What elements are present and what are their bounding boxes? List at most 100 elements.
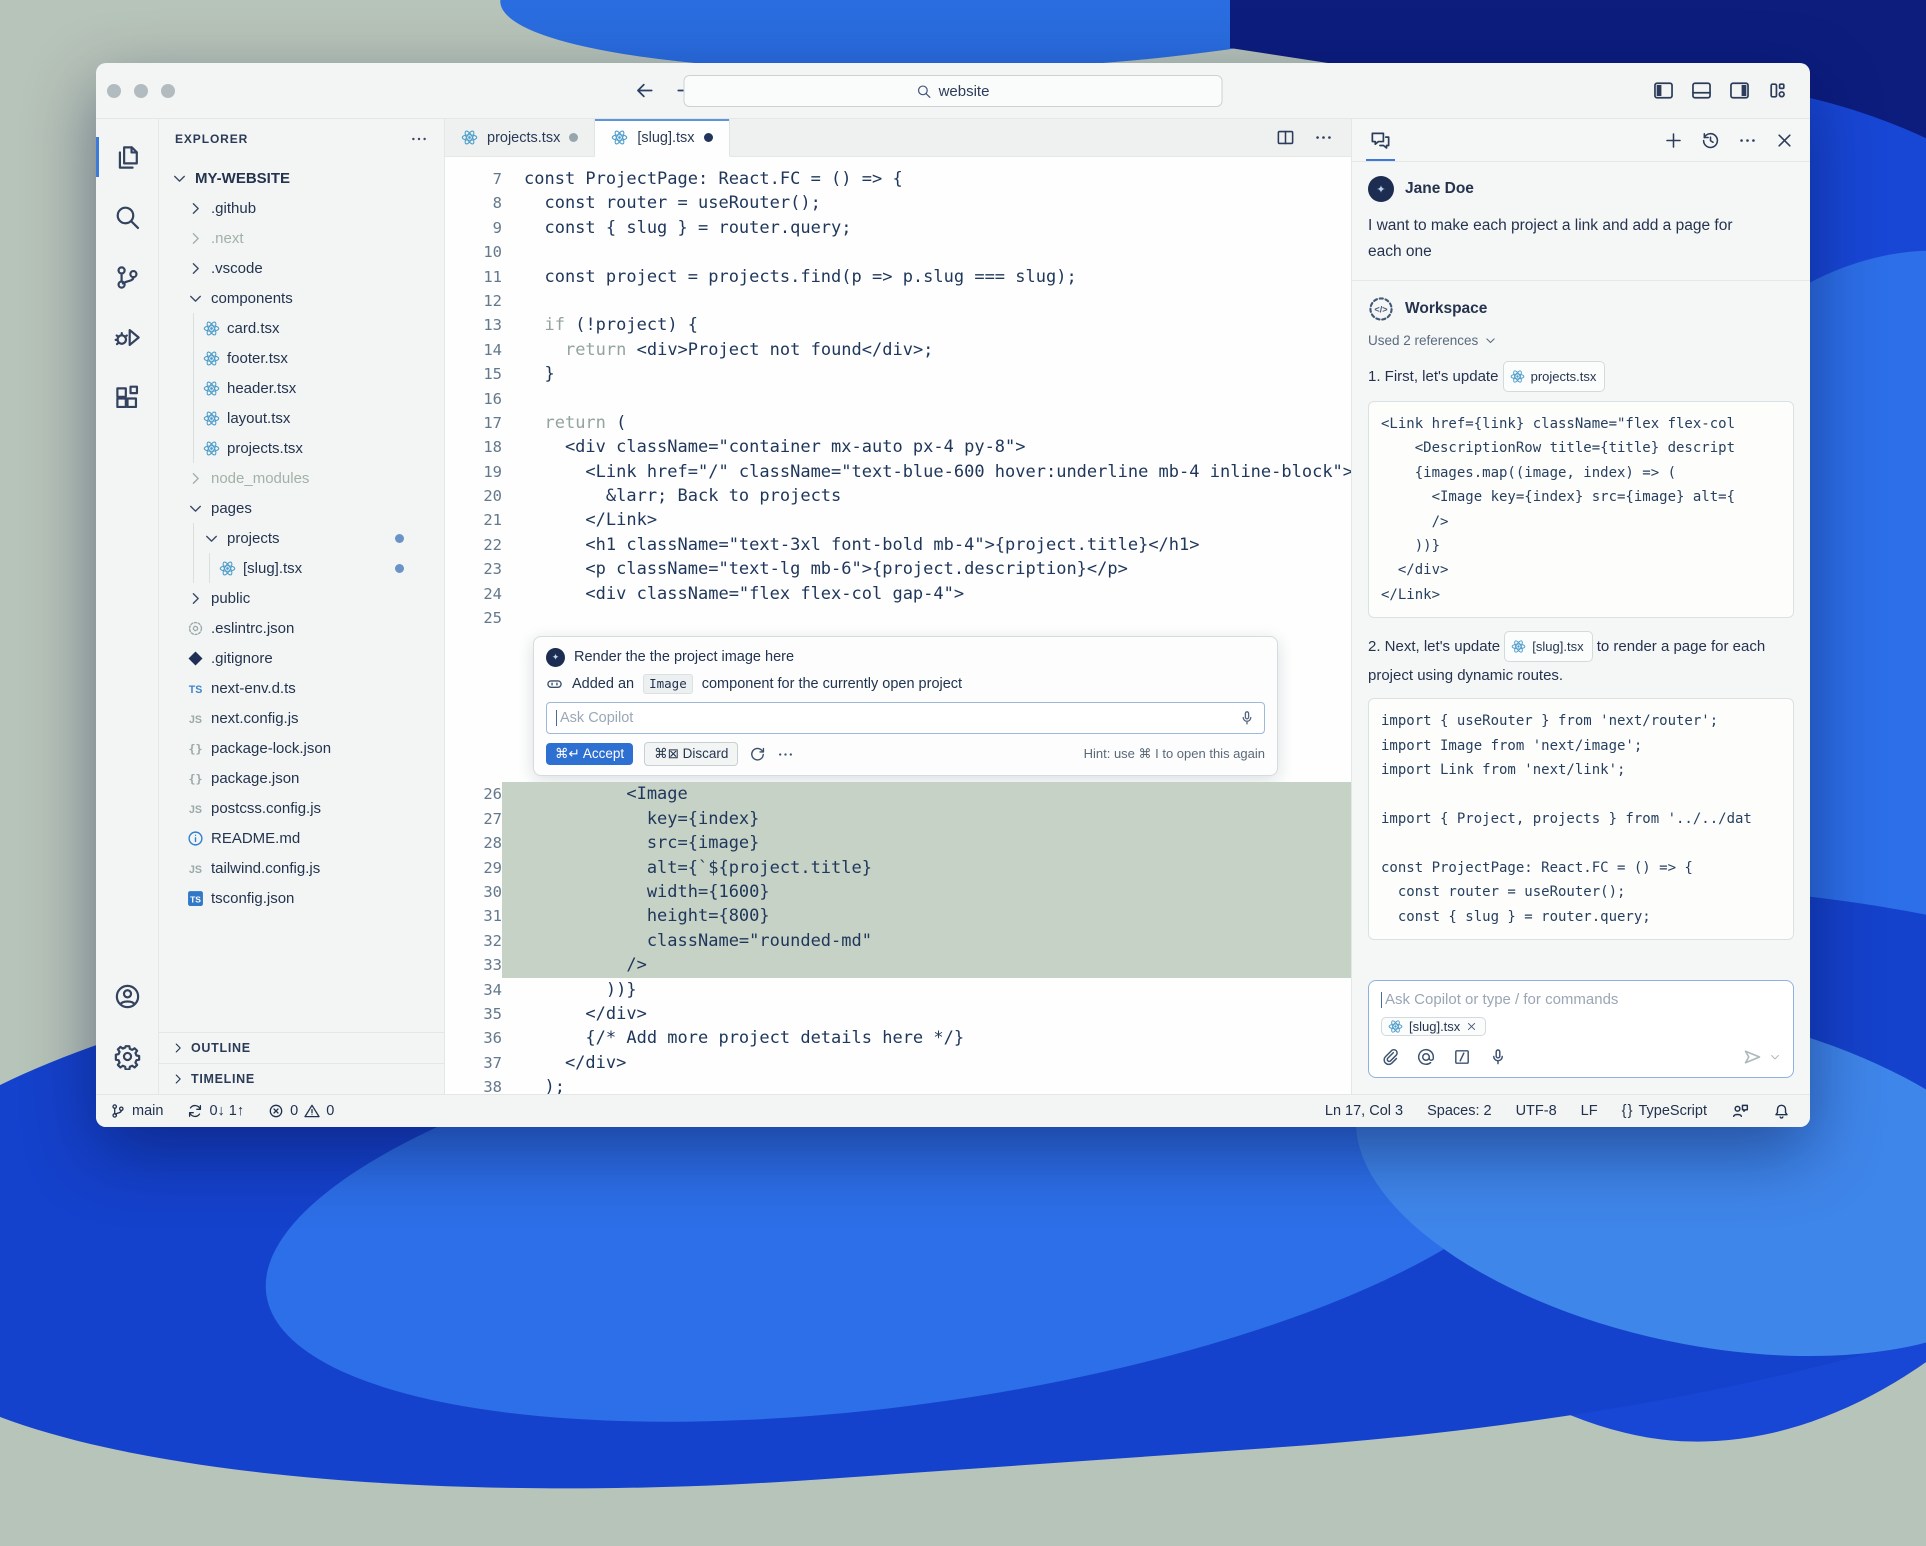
activity-item-account[interactable] (96, 966, 158, 1026)
tab-projects.tsx[interactable]: projects.tsx (445, 119, 595, 156)
zoom-window-button[interactable] (161, 84, 175, 98)
more-options-icon[interactable] (777, 746, 794, 763)
branch-name: main (132, 1103, 163, 1119)
layout-sidebar-left-icon[interactable] (1653, 80, 1674, 101)
activity-item-gear[interactable] (96, 1026, 158, 1086)
svg-text:TS: TS (189, 683, 203, 695)
line-number: 31 (445, 904, 502, 928)
code-line-17: 17 return ( (445, 411, 1351, 435)
regenerate-icon[interactable] (749, 746, 766, 763)
line-number: 22 (445, 533, 502, 557)
tree-item-.gitignore[interactable]: .gitignore (159, 643, 444, 673)
outline-section[interactable]: OUTLINE (159, 1032, 444, 1063)
tree-item-node_modules[interactable]: node_modules (159, 463, 444, 493)
tree-item-package-lock.json[interactable]: {}package-lock.json (159, 733, 444, 763)
tree-item-header.tsx[interactable]: header.tsx (159, 373, 444, 403)
send-icon[interactable] (1742, 1047, 1762, 1067)
sidebar-sections: OUTLINE TIMELINE (159, 1032, 444, 1094)
close-window-button[interactable] (107, 84, 121, 98)
slash-command-icon[interactable] (1453, 1048, 1471, 1066)
tree-item-projects[interactable]: projects (159, 523, 444, 553)
mention-icon[interactable] (1417, 1048, 1435, 1066)
navigate-back-icon[interactable] (634, 80, 655, 101)
cursor-position[interactable]: Ln 17, Col 3 (1325, 1103, 1403, 1119)
tree-item-card.tsx[interactable]: card.tsx (159, 313, 444, 343)
file-chip-projects[interactable]: projects.tsx (1503, 361, 1606, 392)
activity-item-debug[interactable] (96, 307, 158, 367)
tree-item-next-env.d.ts[interactable]: TSnext-env.d.ts (159, 673, 444, 703)
context-chip-slug[interactable]: [slug].tsx (1381, 1017, 1486, 1036)
microphone-icon[interactable] (1239, 710, 1255, 726)
tree-item-components[interactable]: components (159, 283, 444, 313)
dirty-indicator[interactable] (704, 133, 713, 142)
react-icon (203, 320, 220, 337)
modified-indicator[interactable] (569, 133, 578, 142)
traffic-lights[interactable] (107, 84, 175, 98)
tree-item-public[interactable]: public (159, 583, 444, 613)
eol-sequence[interactable]: LF (1581, 1103, 1598, 1119)
accept-button[interactable]: ⌘↵ Accept (546, 743, 633, 765)
inline-chat-input[interactable]: Ask Copilot (546, 702, 1265, 734)
problems-item[interactable]: 0 0 (268, 1103, 334, 1119)
tree-item-projects.tsx[interactable]: projects.tsx (159, 433, 444, 463)
command-center-search[interactable]: website (684, 75, 1223, 107)
encoding[interactable]: UTF-8 (1516, 1103, 1557, 1119)
tree-item-pages[interactable]: pages (159, 493, 444, 523)
discard-button[interactable]: ⌘⊠ Discard (644, 742, 738, 766)
history-icon[interactable] (1701, 131, 1720, 150)
tree-item-tsconfig.json[interactable]: TStsconfig.json (159, 883, 444, 913)
timeline-section[interactable]: TIMELINE (159, 1063, 444, 1094)
chat-input-box[interactable]: Ask Copilot or type / for commands [slug… (1368, 980, 1794, 1078)
line-content: alt={`${project.title} (502, 856, 1351, 880)
layout-sidebar-right-icon[interactable] (1729, 80, 1750, 101)
git-branch-item[interactable]: main (110, 1103, 163, 1119)
explorer-more-icon[interactable] (410, 130, 428, 148)
references-toggle[interactable]: Used 2 references (1368, 333, 1794, 348)
git-sync-item[interactable]: 0↓ 1↑ (187, 1103, 244, 1119)
more-actions-icon[interactable] (1314, 128, 1333, 147)
microphone-icon[interactable] (1489, 1048, 1507, 1066)
tree-item-footer.tsx[interactable]: footer.tsx (159, 343, 444, 373)
line-number: 8 (445, 191, 502, 215)
split-editor-icon[interactable] (1276, 128, 1295, 147)
tree-item-root[interactable]: MY-WEBSITE (159, 163, 444, 193)
tree-item-.github[interactable]: .github (159, 193, 444, 223)
tree-item-label: next.config.js (211, 710, 299, 727)
close-panel-icon[interactable] (1775, 131, 1794, 150)
line-number: 23 (445, 557, 502, 581)
layout-panel-icon[interactable] (1691, 80, 1712, 101)
tree-item-label: node_modules (211, 470, 309, 487)
activity-item-files[interactable] (96, 127, 158, 187)
tree-item-postcss.config.js[interactable]: JSpostcss.config.js (159, 793, 444, 823)
notifications-icon[interactable] (1773, 1103, 1790, 1120)
tree-item-package.json[interactable]: {}package.json (159, 763, 444, 793)
attach-icon[interactable] (1381, 1048, 1399, 1066)
tab-[slug].tsx[interactable]: [slug].tsx (595, 119, 729, 157)
activity-item-search[interactable] (96, 187, 158, 247)
code-editor[interactable]: 7const ProjectPage: React.FC = () => {8 … (445, 157, 1351, 1094)
remove-context-icon[interactable] (1466, 1021, 1477, 1032)
minimize-window-button[interactable] (134, 84, 148, 98)
activity-item-extensions[interactable] (96, 367, 158, 427)
line-number: 9 (445, 216, 502, 240)
tree-item-layout.tsx[interactable]: layout.tsx (159, 403, 444, 433)
sync-icon (187, 1103, 203, 1119)
tree-item-.vscode[interactable]: .vscode (159, 253, 444, 283)
modified-dot (395, 534, 404, 543)
file-chip-slug[interactable]: [slug].tsx (1504, 631, 1592, 662)
panel-more-icon[interactable] (1738, 131, 1757, 150)
tree-item-next.config.js[interactable]: JSnext.config.js (159, 703, 444, 733)
language-mode[interactable]: { } TypeScript (1622, 1103, 1707, 1119)
new-chat-icon[interactable] (1664, 131, 1683, 150)
tree-item-.next[interactable]: .next (159, 223, 444, 253)
send-options-icon[interactable] (1769, 1051, 1781, 1063)
tree-item-README.md[interactable]: README.md (159, 823, 444, 853)
layout-custom-icon[interactable] (1767, 80, 1788, 101)
tree-item-.eslintrc.json[interactable]: .eslintrc.json (159, 613, 444, 643)
indentation[interactable]: Spaces: 2 (1427, 1103, 1492, 1119)
chat-tab[interactable] (1368, 119, 1393, 161)
activity-item-source-control[interactable] (96, 247, 158, 307)
feedback-icon[interactable] (1731, 1102, 1749, 1120)
tree-item-tailwind.config.js[interactable]: JStailwind.config.js (159, 853, 444, 883)
tree-item-[slug].tsx[interactable]: [slug].tsx (159, 553, 444, 583)
